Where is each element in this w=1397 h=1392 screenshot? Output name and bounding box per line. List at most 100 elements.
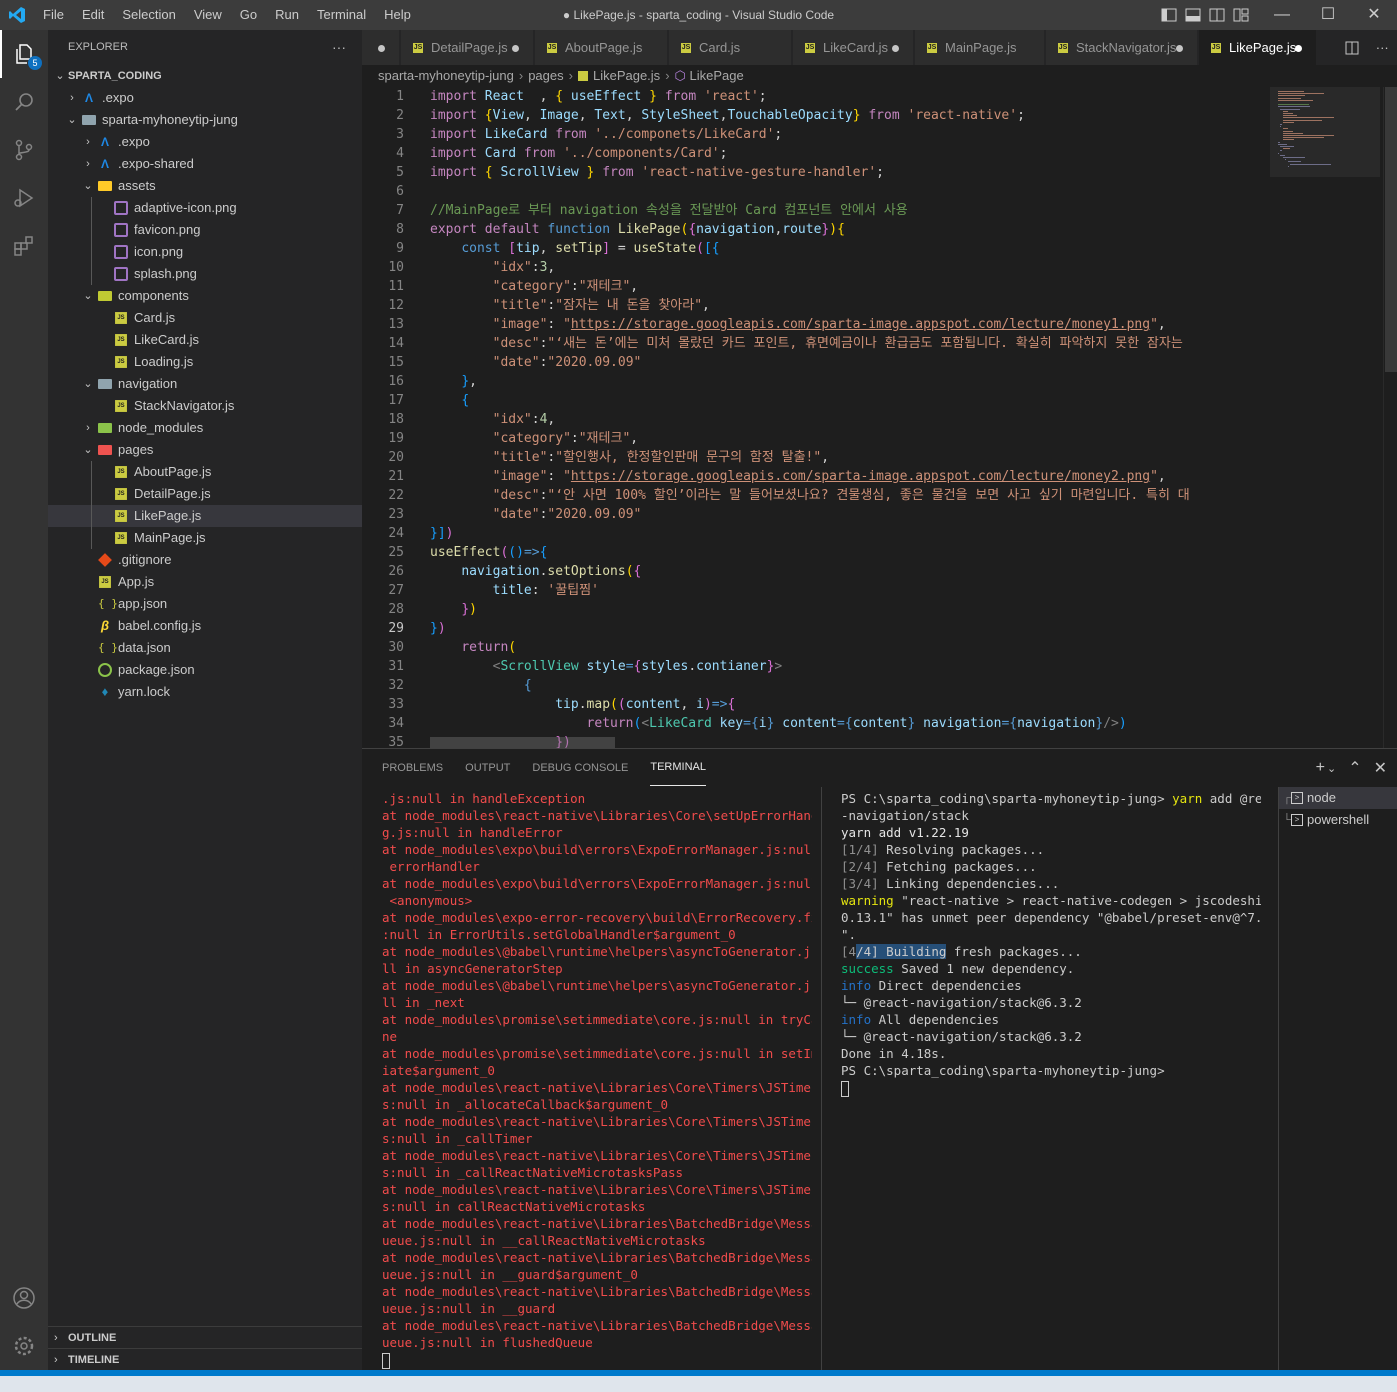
menu-help[interactable]: Help xyxy=(375,0,420,30)
code-line[interactable]: "desc":"‘안 사면 100% 할인’이라는 말 들어보셨나요? 견물생심… xyxy=(430,486,1265,505)
menu-selection[interactable]: Selection xyxy=(113,0,184,30)
tree-item[interactable]: JS Card.js xyxy=(48,307,362,329)
code-line[interactable]: { xyxy=(430,676,1265,695)
tree-item[interactable]: JS LikePage.js xyxy=(48,505,362,527)
workspace-root[interactable]: ⌄ SPARTA_CODING xyxy=(48,65,362,87)
settings-gear-icon[interactable] xyxy=(0,1322,48,1370)
tree-item[interactable]: › Λ .expo xyxy=(48,131,362,153)
code-line[interactable]: { xyxy=(430,391,1265,410)
code-line[interactable]: <ScrollView style={styles.contianer}> xyxy=(430,657,1265,676)
tree-item[interactable]: { } app.json xyxy=(48,593,362,615)
code-line[interactable]: import { ScrollView } from 'react-native… xyxy=(430,163,1265,182)
timeline-section[interactable]: › TIMELINE xyxy=(48,1348,362,1370)
menu-run[interactable]: Run xyxy=(266,0,308,30)
tree-item[interactable]: JS MainPage.js xyxy=(48,527,362,549)
code-line[interactable]: //MainPage로 부터 navigation 속성을 전달받아 Card … xyxy=(430,201,1265,220)
breadcrumb-file[interactable]: LikePage.js xyxy=(593,68,660,83)
account-icon[interactable] xyxy=(0,1274,48,1322)
code-line[interactable]: "idx":4, xyxy=(430,410,1265,429)
code-line[interactable]: "idx":3, xyxy=(430,258,1265,277)
code-line[interactable]: "image": "https://storage.googleapis.com… xyxy=(430,467,1265,486)
tree-item[interactable]: › Λ .expo xyxy=(48,87,362,109)
editor-tab[interactable]: JS Card.js xyxy=(669,30,792,65)
tree-item[interactable]: › node_modules xyxy=(48,417,362,439)
tree-item[interactable]: .gitignore xyxy=(48,549,362,571)
menu-view[interactable]: View xyxy=(185,0,231,30)
toggle-primary-sidebar-icon[interactable] xyxy=(1161,8,1177,22)
outline-section[interactable]: › OUTLINE xyxy=(48,1326,362,1348)
tree-item[interactable]: JS LikeCard.js xyxy=(48,329,362,351)
unsaved-dot-icon[interactable] xyxy=(1176,45,1183,52)
code-line[interactable]: "date":"2020.09.09" xyxy=(430,353,1265,372)
breadcrumb-folder[interactable]: sparta-myhoneytip-jung xyxy=(378,68,514,83)
tree-item[interactable]: › Λ .expo-shared xyxy=(48,153,362,175)
code-line[interactable]: const [tip, setTip] = useState([{ xyxy=(430,239,1265,258)
editor-tab[interactable] xyxy=(362,30,400,65)
tree-item[interactable]: JS DetailPage.js xyxy=(48,483,362,505)
scrollbar-thumb[interactable] xyxy=(1385,87,1397,372)
tree-item[interactable]: icon.png xyxy=(48,241,362,263)
tree-item[interactable]: JS AboutPage.js xyxy=(48,461,362,483)
code-line[interactable]: }]) xyxy=(430,524,1265,543)
code-line[interactable]: "category":"재테크", xyxy=(430,277,1265,296)
editor-vertical-scrollbar[interactable] xyxy=(1383,87,1397,748)
maximize-panel-icon[interactable]: ⌃ xyxy=(1348,758,1361,778)
tree-item[interactable]: JS App.js xyxy=(48,571,362,593)
code-line[interactable]: return( xyxy=(430,638,1265,657)
maximize-button[interactable]: ☐ xyxy=(1305,0,1351,30)
tab-terminal[interactable]: TERMINAL xyxy=(650,749,706,786)
editor-tab[interactable]: JS AboutPage.js xyxy=(535,30,668,65)
breadcrumb-symbol[interactable]: LikePage xyxy=(690,68,744,83)
tree-item[interactable]: { } data.json xyxy=(48,637,362,659)
tree-item[interactable]: ⌄ navigation xyxy=(48,373,362,395)
tree-item[interactable]: ⌄ components xyxy=(48,285,362,307)
tree-item[interactable]: ⌄ assets xyxy=(48,175,362,197)
more-actions-icon[interactable]: ··· xyxy=(1376,40,1389,55)
code-line[interactable]: title: '꿀팁찜' xyxy=(430,581,1265,600)
menu-terminal[interactable]: Terminal xyxy=(308,0,375,30)
tree-item[interactable]: splash.png xyxy=(48,263,362,285)
toggle-secondary-sidebar-icon[interactable] xyxy=(1209,8,1225,22)
source-control-icon[interactable] xyxy=(0,126,48,174)
terminal-powershell-output[interactable]: PS C:\sparta_coding\sparta-myhoneytip-ju… xyxy=(841,790,1261,1370)
code-line[interactable]: import Card from '../components/Card'; xyxy=(430,144,1265,163)
unsaved-dot-icon[interactable] xyxy=(892,45,899,52)
new-terminal-button[interactable]: + xyxy=(1316,759,1325,777)
editor-tab[interactable]: JS MainPage.js xyxy=(915,30,1045,65)
code-line[interactable]: }, xyxy=(430,372,1265,391)
tree-item[interactable]: adaptive-icon.png xyxy=(48,197,362,219)
run-debug-icon[interactable] xyxy=(0,174,48,222)
code-line[interactable]: navigation.setOptions({ xyxy=(430,562,1265,581)
editor-tab[interactable]: JS DetailPage.js xyxy=(401,30,534,65)
menu-file[interactable]: File xyxy=(34,0,73,30)
menu-go[interactable]: Go xyxy=(231,0,266,30)
editor-horizontal-scrollbar[interactable] xyxy=(430,737,615,748)
minimap[interactable] xyxy=(1270,87,1380,748)
code-line[interactable]: "date":"2020.09.09" xyxy=(430,505,1265,524)
terminal-node-output[interactable]: .js:null in handleException at node_modul… xyxy=(382,790,812,1370)
menu-edit[interactable]: Edit xyxy=(73,0,113,30)
toggle-panel-icon[interactable] xyxy=(1185,8,1201,22)
close-window-button[interactable]: ✕ xyxy=(1351,0,1397,30)
tree-item[interactable]: favicon.png xyxy=(48,219,362,241)
code-line[interactable]: import {View, Image, Text, StyleSheet,To… xyxy=(430,106,1265,125)
code-line[interactable]: useEffect(()=>{ xyxy=(430,543,1265,562)
code-line[interactable]: }) xyxy=(430,600,1265,619)
unsaved-dot-icon[interactable] xyxy=(1295,45,1302,52)
terminal-item-powershell[interactable]: └ > powershell xyxy=(1279,809,1397,831)
editor-tab[interactable]: JS LikePage.js xyxy=(1199,30,1317,65)
customize-layout-icon[interactable] xyxy=(1233,8,1249,22)
search-icon[interactable] xyxy=(0,78,48,126)
code-editor[interactable]: 1 import React , { useEffect } from 'reac… xyxy=(362,87,1397,748)
terminal-item-node[interactable]: ┌ > node xyxy=(1279,787,1397,809)
tab-debug-console[interactable]: DEBUG CONSOLE xyxy=(532,749,628,787)
code-line[interactable]: import React , { useEffect } from 'react… xyxy=(430,87,1265,106)
tab-problems[interactable]: PROBLEMS xyxy=(382,749,443,787)
code-line[interactable]: "desc":"‘새는 돈’에는 미처 몰랐던 카드 포인트, 휴면예금이나 환… xyxy=(430,334,1265,353)
editor-tab[interactable]: JS LikeCard.js xyxy=(793,30,914,65)
tab-output[interactable]: OUTPUT xyxy=(465,749,510,787)
unsaved-dot-icon[interactable] xyxy=(512,45,519,52)
code-line[interactable]: tip.map((content, i)=>{ xyxy=(430,695,1265,714)
tree-item[interactable]: ⌄ pages xyxy=(48,439,362,461)
close-panel-icon[interactable]: ✕ xyxy=(1374,758,1387,778)
